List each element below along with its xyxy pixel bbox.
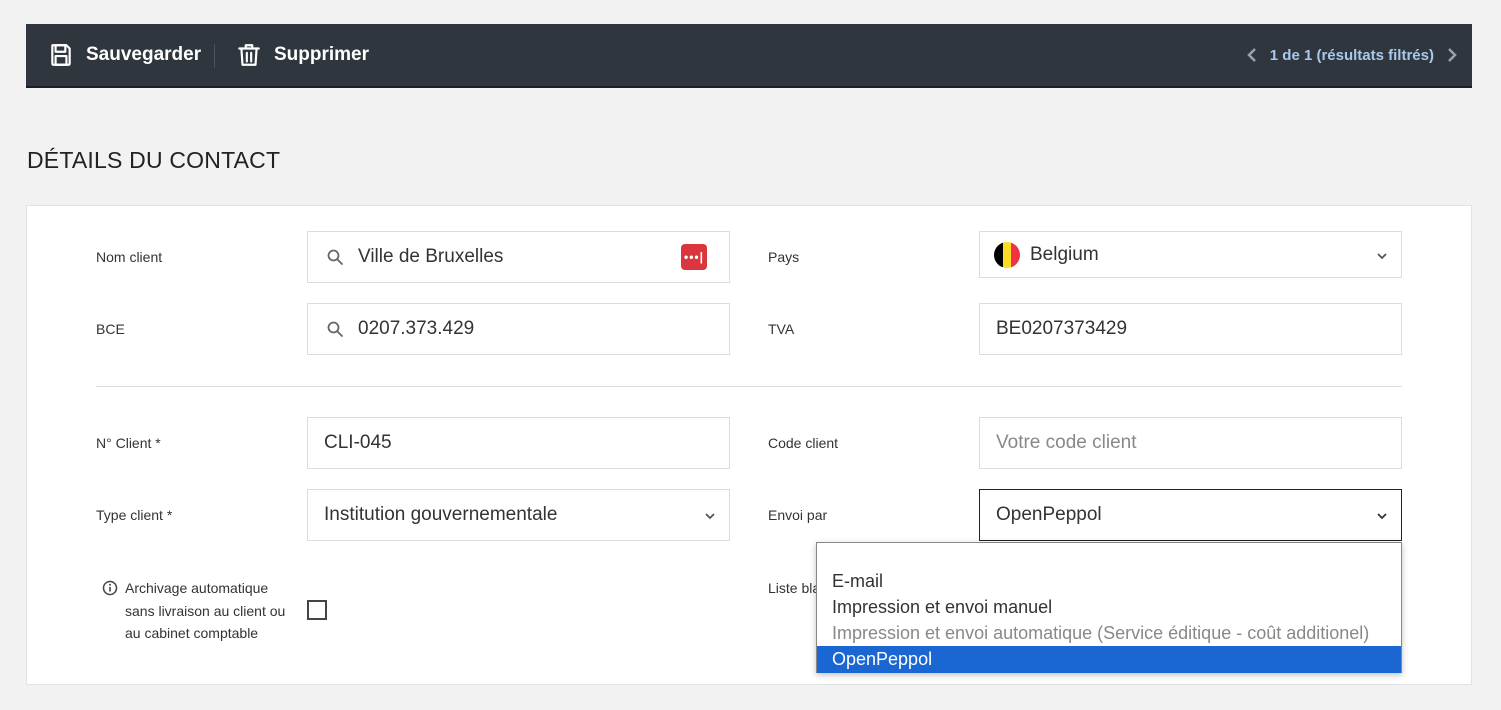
tva-input[interactable]: BE0207373429 bbox=[979, 303, 1402, 355]
chevron-right-icon bbox=[1448, 48, 1457, 62]
save-label: Sauvegarder bbox=[86, 44, 202, 65]
archivage-checkbox[interactable] bbox=[307, 600, 327, 620]
envoi-par-value: OpenPeppol bbox=[996, 504, 1102, 525]
archivage-label: Archivage automatique sans livraison au … bbox=[125, 580, 286, 641]
envoi-par-select[interactable]: OpenPeppol bbox=[979, 489, 1402, 541]
page-title: DÉTAILS DU CONTACT bbox=[27, 147, 281, 173]
section-divider bbox=[96, 386, 1402, 387]
top-toolbar: Sauvegarder Supprimer 1 de 1 (résultats … bbox=[26, 24, 1472, 88]
pays-label: Pays bbox=[768, 249, 800, 265]
numero-client-label: N° Client * bbox=[96, 435, 161, 451]
nom-client-label: Nom client bbox=[96, 249, 163, 265]
dropdown-option-impression-manuel[interactable]: Impression et envoi manuel bbox=[817, 594, 1401, 620]
tva-value: BE0207373429 bbox=[996, 318, 1128, 339]
info-icon[interactable] bbox=[102, 580, 118, 596]
numero-client-input[interactable]: CLI-045 bbox=[307, 417, 730, 469]
numero-client-value: CLI-045 bbox=[324, 432, 392, 453]
floppy-disk-icon bbox=[51, 44, 71, 66]
delete-label: Supprimer bbox=[274, 44, 370, 65]
dropdown-option-openpeppol[interactable]: OpenPeppol bbox=[817, 646, 1401, 673]
previous-page-button[interactable] bbox=[1246, 47, 1258, 63]
code-client-input[interactable]: Votre code client bbox=[979, 417, 1402, 469]
delete-button[interactable]: Supprimer bbox=[236, 24, 369, 86]
chevron-down-icon bbox=[1377, 513, 1387, 520]
toolbar-divider bbox=[214, 44, 215, 68]
search-icon bbox=[327, 321, 343, 337]
type-client-value: Institution gouvernementale bbox=[324, 504, 558, 525]
belgium-flag-icon bbox=[994, 241, 1020, 268]
dropdown-option-empty[interactable] bbox=[817, 543, 1401, 569]
type-client-select[interactable]: Institution gouvernementale bbox=[307, 489, 730, 541]
pagination-text: 1 de 1 (résultats filtrés) bbox=[1269, 46, 1434, 64]
code-client-label: Code client bbox=[768, 435, 839, 451]
next-page-button[interactable] bbox=[1446, 47, 1458, 63]
bce-label: BCE bbox=[96, 321, 125, 337]
password-manager-icon[interactable]: •••| bbox=[681, 244, 707, 270]
nom-client-input[interactable]: Ville de Bruxelles •••| bbox=[307, 231, 730, 283]
pays-value: Belgium bbox=[1030, 243, 1099, 265]
chevron-down-icon bbox=[705, 513, 715, 520]
chevron-left-icon bbox=[1246, 48, 1256, 62]
dropdown-option-email[interactable]: E-mail bbox=[817, 568, 1401, 594]
type-client-label: Type client * bbox=[96, 507, 173, 523]
bce-input[interactable]: 0207.373.429 bbox=[307, 303, 730, 355]
dropdown-option-impression-automatique: Impression et envoi automatique (Service… bbox=[832, 622, 1370, 643]
liste-blanche-label: Liste bla d'existe bbox=[768, 580, 818, 596]
pays-select[interactable]: Belgium bbox=[979, 231, 1402, 278]
trash-icon bbox=[238, 44, 260, 66]
save-button[interactable]: Sauvegarder bbox=[48, 24, 201, 86]
chevron-down-icon bbox=[1377, 253, 1387, 260]
envoi-par-label: Envoi par bbox=[768, 507, 828, 523]
tva-label: TVA bbox=[768, 321, 795, 337]
envoi-par-dropdown: E-mail Impression et envoi manuel Impres… bbox=[816, 542, 1402, 673]
code-client-placeholder: Votre code client bbox=[996, 432, 1137, 453]
search-icon bbox=[327, 249, 343, 265]
pagination: 1 de 1 (résultats filtrés) bbox=[1246, 24, 1458, 86]
